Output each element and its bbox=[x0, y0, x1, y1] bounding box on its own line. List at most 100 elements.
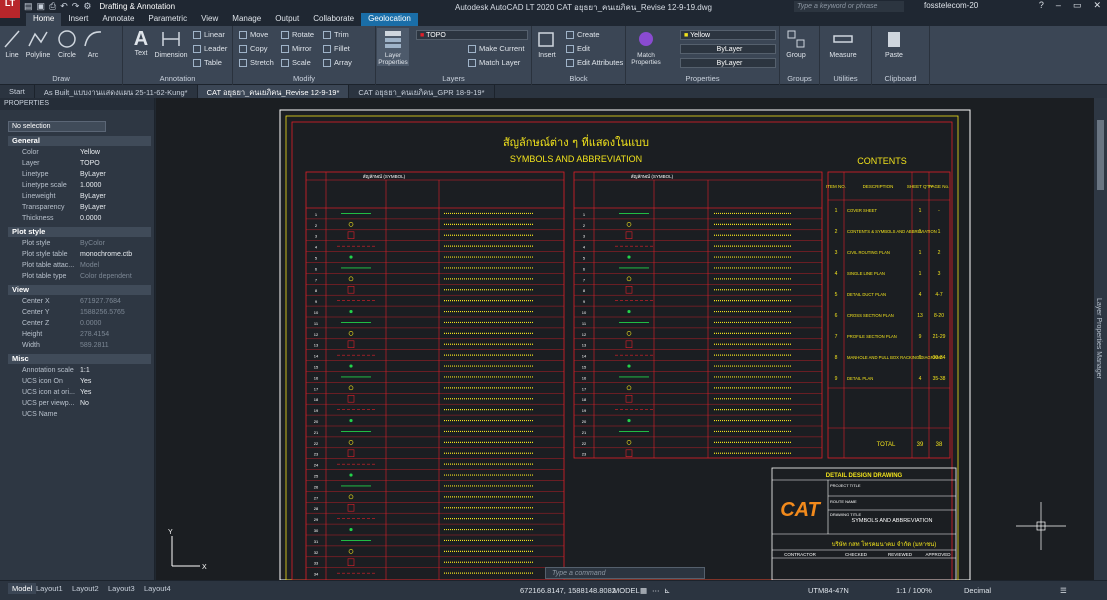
command-input[interactable]: Type a command bbox=[545, 567, 705, 579]
layer-properties-manager-label[interactable]: Layer Properties Manager bbox=[1095, 298, 1102, 379]
property-row[interactable]: Lineweight ByLayer bbox=[8, 192, 151, 202]
tab-collaborate[interactable]: Collaborate bbox=[306, 13, 361, 26]
vertical-scrollbar[interactable] bbox=[1097, 120, 1104, 190]
property-row[interactable]: Layer TOPO bbox=[8, 159, 151, 169]
create-block-button[interactable]: Create bbox=[566, 30, 600, 40]
property-row[interactable]: Center X 671927.7684 bbox=[8, 297, 151, 307]
mirror-button[interactable]: Mirror bbox=[281, 44, 312, 54]
property-row[interactable]: Linetype scale 1.0000 bbox=[8, 181, 151, 191]
copy-button[interactable]: Copy bbox=[239, 44, 268, 54]
edit-block-button[interactable]: Edit bbox=[566, 44, 590, 54]
app-logo[interactable]: LT bbox=[0, 0, 20, 18]
property-row[interactable]: UCS per viewp... No bbox=[8, 399, 151, 409]
units-dropdown[interactable]: Decimal bbox=[964, 586, 991, 595]
array-button[interactable]: Array bbox=[323, 58, 352, 68]
property-row[interactable]: UCS icon at ori... Yes bbox=[8, 388, 151, 398]
ortho-icon[interactable]: ⊾ bbox=[664, 586, 670, 595]
arc-button[interactable]: Arc bbox=[82, 28, 104, 59]
property-row[interactable]: UCS Name bbox=[8, 410, 151, 420]
leader-button[interactable]: Leader bbox=[193, 44, 227, 54]
property-row[interactable]: Plot style ByColor bbox=[8, 239, 151, 249]
help-icon[interactable]: ? bbox=[1039, 0, 1044, 11]
property-row[interactable]: Height 278.4154 bbox=[8, 330, 151, 340]
minimize-icon[interactable]: – bbox=[1056, 0, 1061, 11]
property-row[interactable]: Plot table type Color dependent bbox=[8, 272, 151, 282]
document-tab[interactable]: As Built_แบบงานแสดงแผน 25-11-62-Kung* bbox=[35, 85, 198, 98]
side-palette[interactable]: Layer Properties Manager bbox=[1094, 98, 1107, 580]
edit-attributes-button[interactable]: Edit Attributes bbox=[566, 58, 623, 68]
maximize-icon[interactable]: ▭ bbox=[1073, 0, 1082, 11]
property-row[interactable]: Thickness 0.0000 bbox=[8, 214, 151, 224]
tab-annotate[interactable]: Annotate bbox=[95, 13, 141, 26]
tab-output[interactable]: Output bbox=[268, 13, 306, 26]
redo-icon[interactable]: ↷ bbox=[72, 1, 80, 12]
tab-parametric[interactable]: Parametric bbox=[141, 13, 194, 26]
layout-tab-layout4[interactable]: Layout4 bbox=[144, 584, 171, 593]
property-row[interactable]: Width 589.2811 bbox=[8, 341, 151, 351]
grid-icon[interactable]: ▦ bbox=[640, 586, 647, 595]
make-current-button[interactable]: Make Current bbox=[468, 44, 524, 54]
property-row[interactable]: Annotation scale 1:1 bbox=[8, 366, 151, 376]
scale-button[interactable]: Scale bbox=[281, 58, 311, 68]
annotation-scale[interactable]: 1:1 / 100% bbox=[896, 586, 932, 595]
selection-dropdown[interactable]: No selection bbox=[8, 121, 106, 132]
rotate-button[interactable]: Rotate bbox=[281, 30, 314, 40]
tab-home[interactable]: Home bbox=[26, 13, 62, 26]
insert-button[interactable]: Insert bbox=[536, 28, 558, 59]
polyline-button[interactable]: Polyline bbox=[24, 28, 52, 59]
drawing-canvas[interactable]: สัญลักษณ์ต่าง ๆ ที่แสดงในแบบ SYMBOLS AND… bbox=[156, 98, 1094, 580]
property-row[interactable]: Plot table attac... Model bbox=[8, 261, 151, 271]
workspace-dropdown[interactable]: Drafting & Annotation bbox=[99, 2, 175, 11]
section-general[interactable]: General bbox=[8, 136, 151, 146]
document-tab[interactable]: CAT อยุธยา_คนเยภิคน_GPR 18-9-19* bbox=[349, 85, 495, 98]
tab-view[interactable]: View bbox=[194, 13, 225, 26]
layout-tab-layout2[interactable]: Layout2 bbox=[72, 584, 99, 593]
open-icon[interactable]: ▤ bbox=[24, 1, 33, 12]
property-row[interactable]: Center Y 1588256.5765 bbox=[8, 308, 151, 318]
document-tab[interactable]: Start bbox=[0, 85, 35, 98]
paste-button[interactable]: Paste bbox=[882, 28, 906, 59]
stretch-button[interactable]: Stretch bbox=[239, 58, 274, 68]
print-icon[interactable]: ⎙ bbox=[49, 1, 56, 12]
undo-icon[interactable]: ↶ bbox=[60, 1, 68, 12]
trim-button[interactable]: Trim bbox=[323, 30, 349, 40]
lineweight-dropdown[interactable]: ByLayer bbox=[680, 58, 776, 68]
snap-icon[interactable]: ⋯ bbox=[652, 586, 660, 595]
match-layer-button[interactable]: Match Layer bbox=[468, 58, 520, 68]
property-row[interactable]: UCS icon On Yes bbox=[8, 377, 151, 387]
property-row[interactable]: Linetype ByLayer bbox=[8, 170, 151, 180]
section-view[interactable]: View bbox=[8, 285, 151, 295]
line-button[interactable]: Line bbox=[3, 28, 21, 59]
dimension-button[interactable]: Dimension bbox=[153, 28, 189, 59]
group-button[interactable]: Group bbox=[784, 28, 808, 59]
text-button[interactable]: A Text bbox=[131, 28, 151, 57]
hamburger-icon[interactable]: ☰ bbox=[1060, 586, 1067, 595]
user-account[interactable]: fosstelecom-20 bbox=[924, 1, 978, 10]
move-button[interactable]: Move bbox=[239, 30, 268, 40]
document-tab[interactable]: CAT อยุธยา_คนเยภิคน_Revise 12-9-19* bbox=[197, 85, 350, 98]
property-row[interactable]: Color Yellow bbox=[8, 148, 151, 158]
close-icon[interactable]: ✕ bbox=[1093, 0, 1101, 11]
property-row[interactable]: Plot style table monochrome.ctb bbox=[8, 250, 151, 260]
layout-tab-layout1[interactable]: Layout1 bbox=[36, 584, 63, 593]
measure-button[interactable]: Measure bbox=[828, 28, 858, 59]
color-dropdown[interactable]: ■ Yellow bbox=[680, 30, 776, 40]
property-row[interactable]: Transparency ByLayer bbox=[8, 203, 151, 213]
match-properties-button[interactable]: Match Properties bbox=[630, 28, 662, 66]
search-input[interactable]: Type a keyword or phrase bbox=[794, 1, 904, 12]
layer-properties-button[interactable]: Layer Properties bbox=[377, 28, 409, 66]
table-button[interactable]: Table bbox=[193, 58, 222, 68]
section-plot[interactable]: Plot style bbox=[8, 227, 151, 237]
tab-insert[interactable]: Insert bbox=[61, 13, 95, 26]
coordinate-system[interactable]: UTM84-47N bbox=[808, 586, 849, 595]
gear-icon[interactable]: ⚙ bbox=[83, 1, 91, 12]
layout-tab-model[interactable]: Model bbox=[8, 583, 37, 594]
layer-dropdown[interactable]: ■ TOPO bbox=[416, 30, 528, 40]
layout-tab-layout3[interactable]: Layout3 bbox=[108, 584, 135, 593]
save-icon[interactable]: ▣ bbox=[37, 1, 46, 12]
linetype-dropdown[interactable]: ByLayer bbox=[680, 44, 776, 54]
linear-button[interactable]: Linear bbox=[193, 30, 225, 40]
model-space-toggle[interactable]: MODEL bbox=[613, 586, 640, 595]
tab-geolocation[interactable]: Geolocation bbox=[361, 13, 418, 26]
tab-manage[interactable]: Manage bbox=[225, 13, 268, 26]
